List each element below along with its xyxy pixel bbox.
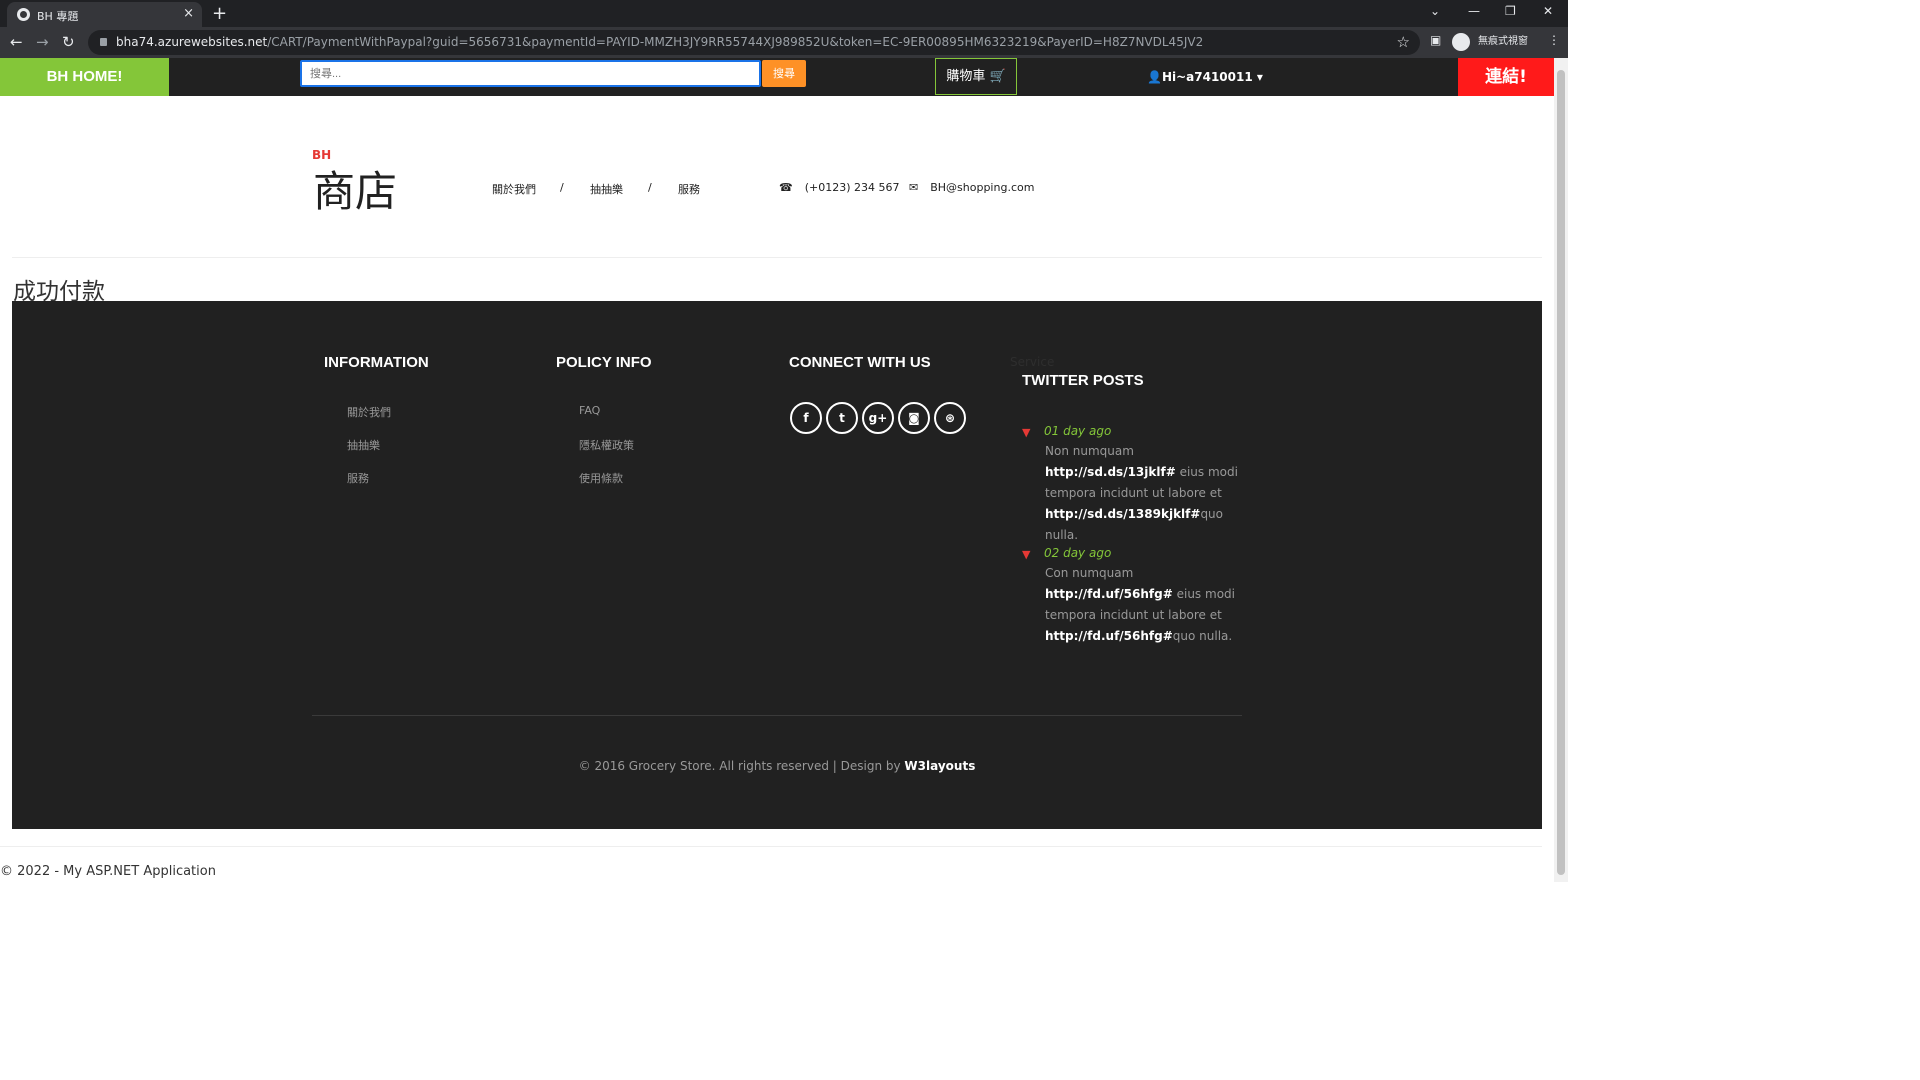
menu-separator: / [560, 181, 564, 194]
minimize-button[interactable]: — [1468, 4, 1480, 18]
tweet-text: Con numquam http://fd.uf/56hfg# eius mod… [1045, 563, 1240, 647]
app-footer-text: © 2022 - My ASP.NET Application [0, 864, 216, 879]
connect-title: CONNECT WITH US [789, 354, 931, 371]
back-button[interactable]: ← [10, 33, 23, 51]
tweet-date: 01 day ago [1044, 424, 1112, 438]
designer-link[interactable]: W3layouts [904, 759, 975, 773]
footer-divider [312, 715, 1242, 716]
divider [0, 846, 1542, 847]
new-tab-button[interactable]: + [212, 3, 227, 24]
footer-link-terms[interactable]: 使用條款 [579, 470, 623, 486]
tweet-date: 02 day ago [1044, 546, 1112, 560]
site-footer: INFORMATION 關於我們 抽抽樂 服務 POLICY INFO FAQ … [12, 301, 1542, 829]
footer-link-privacy[interactable]: 隱私權政策 [579, 437, 634, 453]
browser-tab-bar: BH 專題 × + ⌄ — ❐ ✕ [0, 0, 1568, 27]
service-ghost-text: Service [1010, 355, 1055, 369]
top-navigation: BH HOME! 搜尋 購物車 🛒 👤Hi~a7410011 ▾ 連結! [0, 58, 1554, 96]
user-dropdown[interactable]: 👤Hi~a7410011 ▾ [1147, 70, 1263, 84]
browser-menu-icon[interactable]: ⋮ [1548, 33, 1560, 47]
tweet-link[interactable]: http://fd.uf/56hfg# [1045, 587, 1173, 601]
browser-toolbar: ← → ↻ bha74.azurewebsites.net/CART/Payme… [0, 27, 1568, 58]
address-bar[interactable]: bha74.azurewebsites.net/CART/PaymentWith… [88, 30, 1420, 55]
twitter-bird-icon: ▼ [1022, 426, 1031, 439]
scrollbar-thumb[interactable] [1557, 70, 1565, 875]
logo-main-text[interactable]: 商店 [313, 158, 397, 219]
google-plus-icon[interactable]: g+ [862, 402, 894, 434]
tweet-link[interactable]: http://sd.ds/1389kjklf# [1045, 507, 1200, 521]
tweet-text-part: Con numquam [1045, 566, 1134, 580]
footer-link-services[interactable]: 服務 [347, 470, 369, 486]
user-label: Hi~a7410011 ▾ [1161, 70, 1263, 84]
reload-button[interactable]: ↻ [62, 33, 75, 51]
tab-title: BH 專題 [37, 10, 79, 23]
forward-button[interactable]: → [36, 33, 49, 51]
tweet-text: Non numquam http://sd.ds/13jklf# eius mo… [1045, 441, 1240, 546]
tweet-link[interactable]: http://sd.ds/13jklf# [1045, 465, 1176, 479]
envelope-icon: ✉ [909, 181, 919, 194]
facebook-icon[interactable]: f [790, 402, 822, 434]
tab-search-icon[interactable]: ⌄ [1430, 4, 1440, 18]
twitter-bird-icon: ▼ [1022, 548, 1031, 561]
email-text: BH@shopping.com [930, 181, 1035, 194]
user-icon: 👤 [1147, 70, 1162, 84]
url-host: bha74.azurewebsites.net [116, 35, 268, 49]
copyright-text: © 2016 Grocery Store. All rights reserve… [578, 759, 905, 773]
search-input[interactable] [300, 60, 761, 87]
close-window-button[interactable]: ✕ [1543, 4, 1553, 18]
footer-copyright: © 2016 Grocery Store. All rights reserve… [12, 759, 1542, 773]
cart-button[interactable]: 購物車 🛒 [935, 58, 1017, 95]
twitter-icon[interactable]: t [826, 402, 858, 434]
footer-link-lottery[interactable]: 抽抽樂 [347, 437, 380, 453]
globe-icon [17, 8, 30, 21]
tab-close-icon[interactable]: × [183, 6, 194, 21]
url-path: /CART/PaymentWithPaypal?guid=5656731&pay… [267, 35, 1204, 49]
connect-button[interactable]: 連結! [1458, 58, 1554, 96]
dribbble-icon[interactable]: ⊛ [934, 402, 966, 434]
phone-text: (+0123) 234 567 [804, 181, 900, 194]
browser-tab[interactable]: BH 專題 × [7, 2, 202, 27]
menu-separator: / [648, 181, 652, 194]
restore-button[interactable]: ❐ [1505, 4, 1516, 18]
footer-link-about[interactable]: 關於我們 [347, 404, 391, 420]
lock-icon [100, 38, 107, 46]
twitter-title: TWITTER POSTS [1022, 372, 1144, 389]
tweet-link[interactable]: http://fd.uf/56hfg# [1045, 629, 1173, 643]
tweet-text-part: Non numquam [1045, 444, 1134, 458]
divider [12, 257, 1542, 258]
footer-link-faq[interactable]: FAQ [579, 404, 600, 417]
contact-email[interactable]: ✉ BH@shopping.com [909, 181, 1034, 194]
menu-item-about[interactable]: 關於我們 [492, 181, 536, 197]
instagram-icon[interactable]: ◙ [898, 402, 930, 434]
menu-item-services[interactable]: 服務 [678, 181, 700, 197]
policy-title: POLICY INFO [556, 354, 652, 371]
page-scrollbar[interactable] [1554, 58, 1568, 882]
side-panel-icon[interactable]: ▣ [1430, 33, 1441, 47]
menu-item-lottery[interactable]: 抽抽樂 [590, 181, 623, 197]
information-title: INFORMATION [324, 354, 429, 371]
search-button[interactable]: 搜尋 [762, 60, 806, 87]
web-page: BH HOME! 搜尋 購物車 🛒 👤Hi~a7410011 ▾ 連結! BH … [0, 58, 1554, 882]
url-text: bha74.azurewebsites.net/CART/PaymentWith… [116, 35, 1203, 49]
phone-icon: ☎ [779, 181, 793, 194]
incognito-profile[interactable]: 無痕式視窗 [1452, 31, 1528, 53]
home-link[interactable]: BH HOME! [0, 58, 169, 96]
contact-phone: ☎ (+0123) 234 567 [779, 181, 899, 194]
incognito-icon [1452, 33, 1470, 51]
tweet-text-part: quo nulla. [1172, 629, 1233, 643]
profile-label: 無痕式視窗 [1478, 36, 1528, 47]
bookmark-star-icon[interactable]: ☆ [1397, 33, 1410, 51]
